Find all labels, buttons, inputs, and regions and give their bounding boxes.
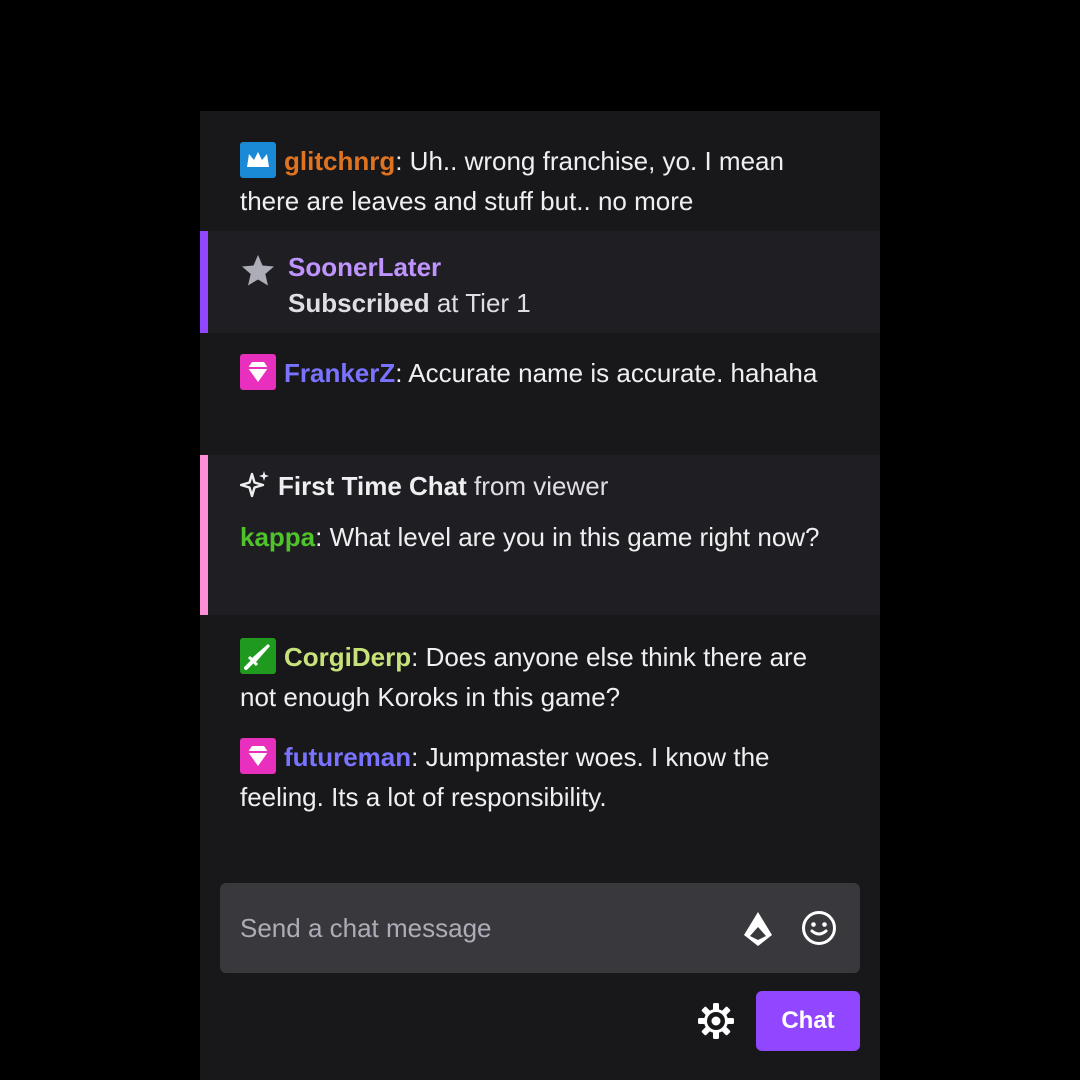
chat-message: futureman: Jumpmaster woes. I know the f…: [200, 737, 880, 817]
bits-icon[interactable]: [740, 909, 776, 949]
chat-message-text: : What level are you in this game right …: [315, 522, 820, 552]
first-time-chat-accent-bar: [200, 455, 208, 615]
subscription-accent-bar: [200, 231, 208, 333]
chat-username[interactable]: kappa: [240, 522, 315, 552]
chat-username[interactable]: futureman: [284, 742, 411, 772]
diamond-icon[interactable]: [240, 354, 276, 390]
chat-send-button[interactable]: Chat: [756, 991, 860, 1051]
chat-message: FrankerZ: Accurate name is accurate. hah…: [200, 353, 880, 393]
chat-message: kappa: What level are you in this game r…: [240, 517, 840, 557]
chat-panel: glitchnrg: Uh.. wrong franchise, yo. I m…: [200, 111, 880, 1080]
chat-message-text: : Accurate name is accurate. hahaha: [395, 358, 818, 388]
chat-input-container: [220, 883, 860, 973]
first-time-chat-suffix: from viewer: [466, 471, 609, 501]
chat-message: glitchnrg: Uh.. wrong franchise, yo. I m…: [200, 141, 880, 221]
subscriber-username[interactable]: SoonerLater: [288, 249, 441, 285]
sparkle-icon: [240, 471, 269, 498]
chat-message: CorgiDerp: Does anyone else think there …: [200, 637, 880, 717]
chat-username[interactable]: glitchnrg: [284, 146, 395, 176]
chat-message-input[interactable]: [220, 883, 720, 973]
diamond-icon[interactable]: [240, 738, 276, 774]
subscription-tier: at Tier 1: [429, 288, 531, 318]
first-time-chat-header: First Time Chat from viewer: [240, 469, 608, 503]
subscription-notice: SoonerLater Subscribed at Tier 1: [200, 231, 880, 333]
gear-icon[interactable]: [696, 1001, 736, 1041]
subscription-detail: Subscribed at Tier 1: [288, 285, 531, 321]
chat-username[interactable]: FrankerZ: [284, 358, 395, 388]
crown-icon[interactable]: [240, 142, 276, 178]
chat-username[interactable]: CorgiDerp: [284, 642, 411, 672]
subscription-action: Subscribed: [288, 288, 430, 318]
sword-icon[interactable]: [240, 638, 276, 674]
first-time-chat-notice: First Time Chat from viewer kappa: What …: [200, 455, 880, 615]
first-time-chat-title: First Time Chat: [278, 471, 467, 501]
star-icon: [242, 255, 274, 286]
emote-icon[interactable]: [800, 909, 838, 947]
